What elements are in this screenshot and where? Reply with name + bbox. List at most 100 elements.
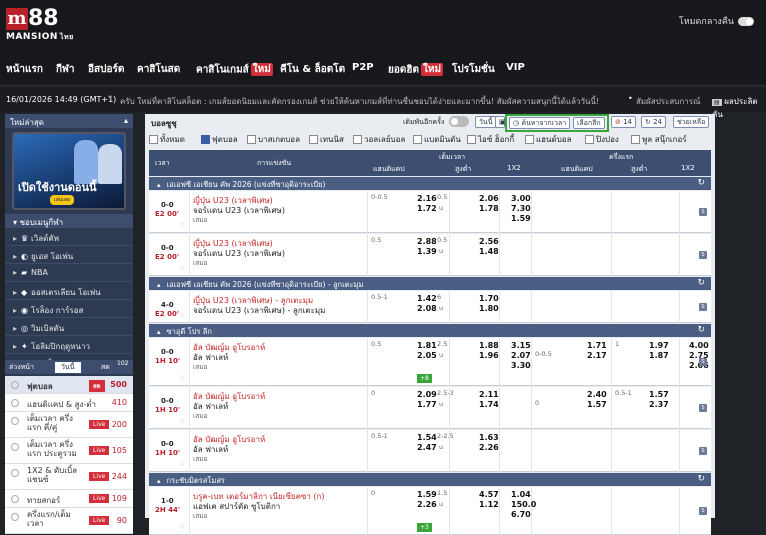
nav-item-0[interactable]: หน้าแรก [6, 62, 43, 77]
tab-2[interactable]: สด [101, 362, 110, 373]
favorite-star-icon[interactable]: ☆ [179, 311, 185, 319]
more-bets-button[interactable]: +8 [417, 374, 432, 383]
checkbox[interactable] [201, 135, 210, 144]
print-icon[interactable]: ▣ [495, 116, 506, 128]
sidebar-item-5[interactable]: ▸ ◎ วิมเบิลดัน [5, 318, 133, 336]
checkbox[interactable] [525, 135, 534, 144]
sidebar-item-2[interactable]: ▸ ▰ NBA [5, 264, 133, 282]
help-button[interactable]: ช่วยเหลือ [673, 116, 710, 128]
filter-2[interactable]: บาสเกตบอล [247, 133, 300, 146]
radio-icon[interactable] [11, 469, 19, 477]
checkbox[interactable] [413, 135, 422, 144]
checkbox[interactable] [585, 135, 594, 144]
stats-icon[interactable]: S [699, 507, 707, 515]
stats-icon[interactable]: S [699, 404, 707, 412]
filter-5[interactable]: แบดมินตัน [413, 133, 461, 146]
stats-icon[interactable]: S [699, 303, 707, 311]
collapse-arrow-icon[interactable]: ▴ [157, 328, 161, 336]
stats-icon[interactable]: S [699, 447, 707, 455]
nav-item-9[interactable]: VIP [506, 62, 525, 73]
refresh-icon[interactable]: ↻ [697, 474, 705, 484]
refresh-icon[interactable]: ↻ [697, 325, 705, 335]
sport-row-3[interactable]: เต็มเวลา ครึ่งแรก ประตูรวม Live 105 [5, 438, 133, 464]
filter-4[interactable]: วอลเลย์บอล [353, 133, 405, 146]
tab-1[interactable]: วันนี้ [55, 362, 81, 373]
more-bets-button[interactable]: +3 [417, 523, 432, 532]
column-divider [499, 387, 500, 429]
radio-icon[interactable] [11, 443, 19, 451]
stats-icon[interactable]: S [699, 251, 707, 259]
stats-icon[interactable]: S [699, 208, 707, 216]
favorite-star-icon[interactable]: ☆ [179, 221, 185, 229]
radio-icon[interactable] [11, 381, 19, 389]
more-matches-toggle[interactable] [449, 116, 469, 127]
favorite-star-icon[interactable]: ☆ [179, 523, 185, 531]
brand-logo[interactable]: m88 MANSION ไทย [6, 8, 78, 48]
checkbox[interactable] [309, 135, 318, 144]
nav-item-3[interactable]: คาสิโนสด [137, 62, 180, 77]
checkbox[interactable] [247, 135, 256, 144]
league-header-3[interactable]: ▴ กระชับมิตรสโมสร ↻ [149, 473, 711, 486]
radio-icon[interactable] [11, 513, 19, 521]
sport-row-6[interactable]: ครึ่งแรก/เต็มเวลา Live 90 [5, 508, 133, 534]
stats-icon[interactable]: S [699, 358, 707, 366]
refresh-icon[interactable]: ↻ [697, 178, 705, 188]
count-button-1[interactable]: ⊘ 14 [611, 116, 637, 128]
radio-icon[interactable] [11, 495, 19, 503]
select-league-button[interactable]: เลือกลีก [573, 117, 605, 129]
sidebar-item-0[interactable]: ▸ ♛ เวิลด์คัพ [5, 228, 133, 246]
sport-row-4[interactable]: 1X2 & ดับเบิ้ล แชนซ์ Live 244 [5, 464, 133, 490]
nav-item-8[interactable]: โปรโมชั่น [452, 62, 495, 77]
favorite-star-icon[interactable]: ☆ [179, 417, 185, 425]
filter-8[interactable]: ปิงปอง [585, 133, 619, 146]
filter-6[interactable]: ไอซ์ ฮ็อกกี้ [467, 133, 514, 146]
single-button[interactable]: วันนี้ [475, 116, 497, 128]
sidebar-item-1[interactable]: ▸ ◐ ยูเอส โอเพ่น [5, 246, 133, 264]
league-header-0[interactable]: ▴ เอเอฟซี เอเชียน คัพ 2026 (แข่งที่ซาอุดิ… [149, 177, 711, 190]
collapse-icon[interactable]: ▴ [124, 116, 128, 125]
radio-icon[interactable] [11, 417, 19, 425]
sport-row-1[interactable]: แฮนดิแคป & สูง-ต่ำ 410 [5, 394, 133, 412]
nav-item-4[interactable]: คาสิโนเกมส์ ใหม่ [196, 62, 273, 78]
sidebar-item-4[interactable]: ▸ ◉ โรล็อง การ์รอส [5, 300, 133, 318]
sport-row-2[interactable]: เต็มเวลา ครึ่งแรก คี่/คู่ Live 200 [5, 412, 133, 438]
checkbox[interactable] [631, 135, 640, 144]
nav-item-6[interactable]: P2P [352, 62, 374, 73]
filter-9[interactable]: พูล สนุ๊กเกอร์ [631, 133, 687, 146]
sport-row-5[interactable]: ทายสกอร์ Live 109 [5, 490, 133, 508]
collapse-arrow-icon[interactable]: ▴ [157, 477, 161, 485]
sort-by-time-button[interactable]: ◷ ค้นหาจากเวลา [509, 117, 571, 129]
league-header-2[interactable]: ▴ ซาอุดี โปร ลีก ↻ [149, 324, 711, 337]
results-link[interactable]: ▤ ผลประลิตคัน [712, 95, 766, 121]
radio-icon[interactable] [11, 399, 19, 407]
filter-0[interactable]: ทั้งหมด [149, 133, 185, 146]
promo-banner[interactable]: เปิดใช้งานดอนนี้ เล่นเลย [12, 132, 126, 210]
refresh-icon[interactable]: ↻ [697, 278, 705, 288]
sport-row-0[interactable]: ฟุตบอล สด 500 [5, 376, 133, 394]
night-mode-toggle[interactable]: โหมดกลางคืน [679, 14, 754, 28]
favorite-star-icon[interactable]: ☆ [179, 264, 185, 272]
filter-7[interactable]: แฮนด์บอล [525, 133, 572, 146]
favorite-star-icon[interactable]: ☆ [179, 460, 185, 468]
collapse-arrow-icon[interactable]: ▴ [157, 281, 161, 289]
th-overunder: สูงต่ำ [455, 165, 472, 173]
filter-3[interactable]: เทนนิส [309, 133, 344, 146]
league-header-1[interactable]: ▴ เอเอฟซี เอเชียน คัพ 2026 (แข่งที่ซาอุดิ… [149, 277, 711, 290]
sidebar-item-3[interactable]: ▸ ◆ ออสเตรเลียน โอเพ่น [5, 282, 133, 300]
checkbox[interactable] [353, 135, 362, 144]
collapse-arrow-icon[interactable]: ▴ [157, 181, 161, 189]
nav-item-1[interactable]: กีฬา [56, 62, 75, 77]
promo-badge[interactable]: เล่นเลย [50, 195, 74, 205]
count-button-2[interactable]: ↻ 24 [641, 116, 667, 128]
league-name: ซาอุดี โปร ลีก [166, 327, 212, 336]
nav-item-5[interactable]: คีโน & ล็อตโต [280, 62, 345, 77]
nav-item-7[interactable]: ยอดฮิต ใหม่ [388, 62, 444, 78]
checkbox[interactable] [467, 135, 476, 144]
sidebar-item-6[interactable]: ▸ ✦ โอลิมปิกฤดูหนาว [5, 336, 133, 354]
toggle-switch-icon[interactable] [738, 17, 754, 26]
nav-item-2[interactable]: อีสปอร์ต [88, 62, 124, 77]
filter-1[interactable]: ฟุตบอล [201, 133, 238, 146]
favorite-star-icon[interactable]: ☆ [179, 374, 185, 382]
checkbox[interactable] [149, 135, 158, 144]
tab-0[interactable]: ล่วงหน้า [9, 362, 34, 373]
